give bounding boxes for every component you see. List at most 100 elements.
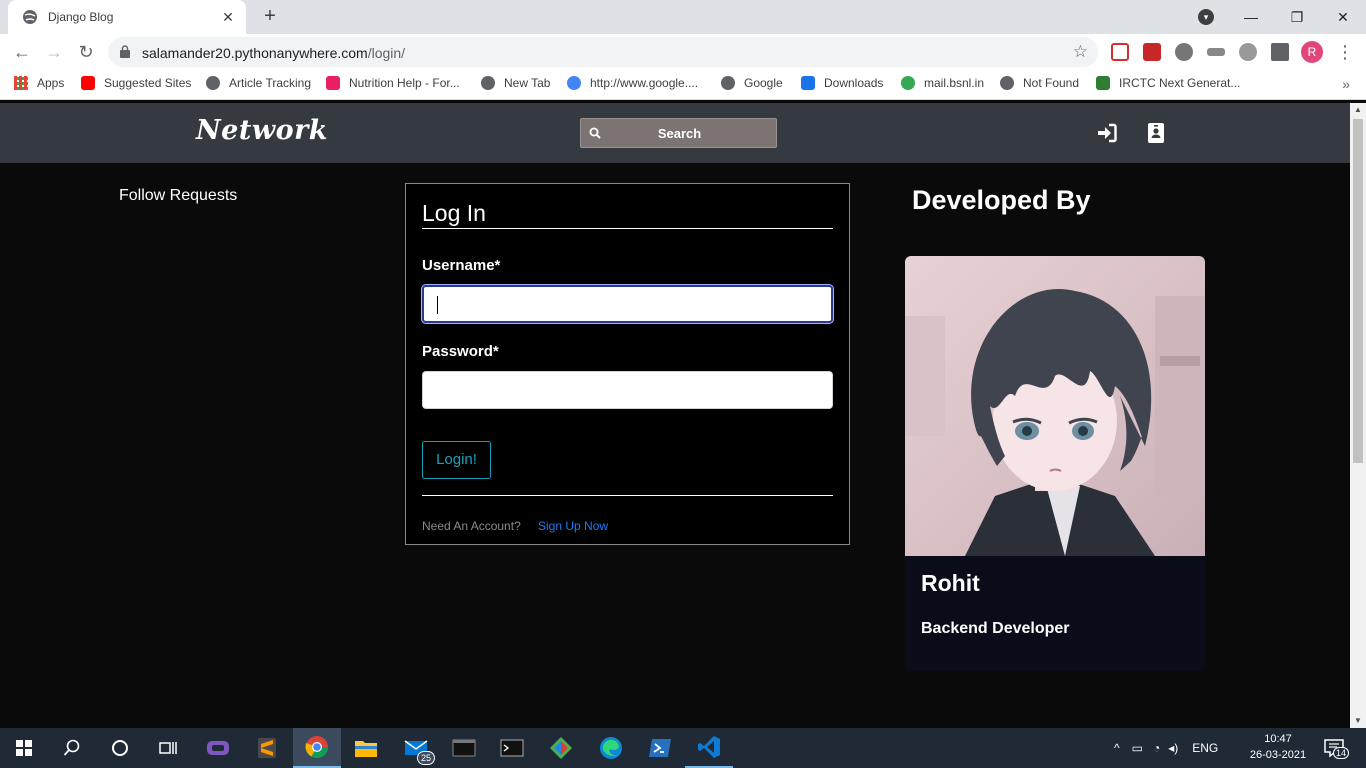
page-scrollbar[interactable]: ▲ ▼ <box>1350 103 1366 728</box>
bookmark-item[interactable]: Suggested Sites <box>81 76 191 90</box>
bookmark-item[interactable]: New Tab <box>481 76 550 90</box>
window-controls: — ❐ ✕ <box>1228 0 1366 34</box>
input-language[interactable]: ENG <box>1192 741 1218 755</box>
scroll-down-arrow-icon[interactable]: ▼ <box>1350 714 1366 728</box>
extensions-puzzle-icon[interactable] <box>1271 43 1289 61</box>
developer-role: Backend Developer <box>921 620 1070 637</box>
vscode-icon[interactable] <box>685 728 733 768</box>
restore-button[interactable]: ❐ <box>1274 9 1320 26</box>
globe-icon <box>1000 76 1014 90</box>
back-arrow-icon[interactable]: ← <box>10 40 34 64</box>
password-label: Password* <box>422 343 499 360</box>
globe-icon <box>206 76 220 90</box>
bookmark-item[interactable]: Nutrition Help - For... <box>326 76 460 90</box>
login-title: Log In <box>422 200 486 226</box>
follow-requests-heading[interactable]: Follow Requests <box>119 187 237 205</box>
file-explorer-icon[interactable] <box>342 728 390 768</box>
web-page: Network Search Follow Requests Log In Us… <box>0 103 1350 728</box>
minimize-button[interactable]: — <box>1228 9 1274 25</box>
profile-avatar[interactable]: R <box>1301 41 1323 63</box>
bookmark-label: Apps <box>37 76 65 90</box>
browser-menu-icon[interactable]: ⋮ <box>1336 40 1354 64</box>
extension-wordpress-icon[interactable] <box>1175 43 1193 61</box>
bookmark-item[interactable]: Not Found <box>1000 76 1079 90</box>
login-card: Log In Username* Password* Login! Need A… <box>405 183 850 545</box>
browser-toolbar: ← → ↻ salamander20.pythonanywhere.com/lo… <box>0 34 1366 70</box>
url-host: salamander20.pythonanywhere.com <box>142 45 368 61</box>
tab-title: Django Blog <box>48 10 114 24</box>
extension-glasses-icon[interactable] <box>1207 48 1225 56</box>
bookmark-item[interactable]: Google <box>721 76 783 90</box>
extension-pocket-icon[interactable] <box>1111 43 1129 61</box>
scroll-up-arrow-icon[interactable]: ▲ <box>1350 103 1366 117</box>
taskbar-clock[interactable]: 10:47 26-03-2021 <box>1242 731 1314 763</box>
nutrition-icon <box>326 76 340 90</box>
password-field[interactable] <box>422 371 833 409</box>
login-button[interactable]: Login! <box>422 441 491 479</box>
bookmark-item[interactable]: Downloads <box>801 76 883 90</box>
site-brand[interactable]: Network <box>196 115 328 146</box>
windows-start-icon[interactable] <box>0 728 48 768</box>
youtube-icon <box>81 76 95 90</box>
battery-icon[interactable]: ▭ <box>1132 741 1143 755</box>
apps-grid-icon <box>14 76 28 90</box>
mail-badge: 25 <box>416 751 435 765</box>
bookmark-item[interactable]: Article Tracking <box>206 76 311 90</box>
bookmark-label: Article Tracking <box>229 76 312 90</box>
sign-in-icon[interactable] <box>1095 121 1119 145</box>
anaconda-prompt-icon[interactable] <box>440 728 488 768</box>
search-box[interactable]: Search <box>580 118 777 148</box>
extension-gear-icon[interactable] <box>1239 43 1257 61</box>
bookmarks-overflow-icon[interactable]: » <box>1342 76 1350 92</box>
tab-search-icon[interactable]: ▾ <box>1198 9 1214 25</box>
close-window-button[interactable]: ✕ <box>1320 9 1366 26</box>
bookmark-label: Downloads <box>824 76 884 90</box>
globe-icon <box>721 76 735 90</box>
need-account-text: Need An Account? <box>422 519 521 533</box>
cortana-icon[interactable] <box>96 728 144 768</box>
git-kraken-icon[interactable] <box>537 728 585 768</box>
text-caret <box>437 296 438 314</box>
task-view-icon[interactable] <box>144 728 192 768</box>
bookmark-item[interactable]: Apps <box>14 76 64 90</box>
bookmark-label: Suggested Sites <box>104 76 192 90</box>
volume-icon[interactable]: ◂) <box>1168 741 1178 755</box>
bookmark-label: http://www.google.... <box>590 76 699 90</box>
bookmark-item[interactable]: http://www.google.... <box>567 76 698 90</box>
reload-icon[interactable]: ↻ <box>74 40 98 64</box>
terminal-icon[interactable] <box>488 728 536 768</box>
address-bar[interactable]: salamander20.pythonanywhere.com/login/ ☆ <box>108 37 1098 67</box>
browser-tab[interactable]: Django Blog ✕ <box>8 0 246 34</box>
gamebar-app-icon[interactable] <box>194 728 242 768</box>
irctc-icon <box>1096 76 1110 90</box>
scrollbar-thumb[interactable] <box>1353 119 1363 463</box>
forward-arrow-icon[interactable]: → <box>42 40 66 64</box>
bookmark-label: IRCTC Next Generat... <box>1119 76 1241 90</box>
lock-icon <box>120 45 130 58</box>
show-hidden-icons-icon[interactable]: ^ <box>1114 741 1120 755</box>
edge-browser-icon[interactable] <box>587 728 635 768</box>
bookmarks-bar: Apps Suggested Sites Article Tracking Nutri… <box>0 70 1366 100</box>
powershell-icon[interactable] <box>636 728 684 768</box>
tab-close-icon[interactable]: ✕ <box>220 9 236 26</box>
bookmark-item[interactable]: IRCTC Next Generat... <box>1096 76 1240 90</box>
signup-link[interactable]: Sign Up Now <box>538 519 608 533</box>
developed-by-heading: Developed By <box>912 185 1091 215</box>
developer-photo <box>905 256 1205 556</box>
taskbar-search-icon[interactable] <box>48 728 96 768</box>
chrome-taskbar-icon[interactable] <box>293 728 341 768</box>
username-field[interactable] <box>422 285 833 323</box>
extension-shield-icon[interactable] <box>1143 43 1161 61</box>
sublime-text-icon[interactable] <box>243 728 291 768</box>
url-path: /login/ <box>367 45 406 61</box>
bookmark-star-icon[interactable]: ☆ <box>1073 42 1088 62</box>
bookmark-label: New Tab <box>504 76 551 90</box>
new-tab-button[interactable]: + <box>258 6 282 28</box>
username-label: Username* <box>422 257 501 274</box>
bookmark-item[interactable]: mail.bsnl.in <box>901 76 984 90</box>
mail-icon[interactable]: 25 <box>392 728 440 768</box>
id-badge-icon[interactable] <box>1144 121 1168 145</box>
windows-taskbar: 25 ^ ▭ ◔ ◂) ENG 10:47 26-03-2021 14 <box>0 728 1366 768</box>
wifi-icon[interactable]: ◔ <box>1153 741 1160 755</box>
developer-name: Rohit <box>921 570 980 596</box>
